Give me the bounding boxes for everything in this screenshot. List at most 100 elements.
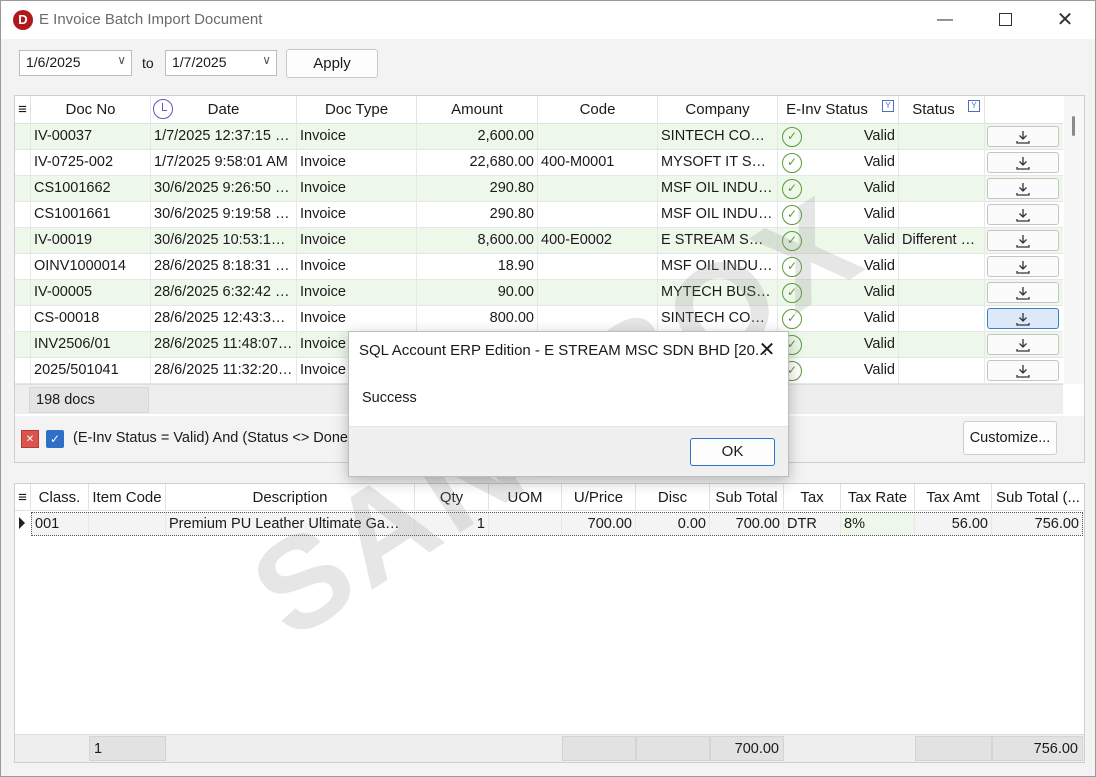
row-indicator[interactable] (15, 228, 31, 253)
table-row[interactable]: IV-00019 30/6/2025 10:53:14 AM Invoice 8,60… (15, 228, 1063, 254)
header-tax-rate[interactable]: Tax Rate (841, 484, 915, 511)
cell-status[interactable]: Different Company (899, 228, 985, 253)
cell-qty[interactable]: 1 (415, 513, 489, 535)
cell-doc-type[interactable]: Invoice (297, 228, 417, 253)
download-button[interactable] (987, 126, 1059, 147)
download-button[interactable] (987, 152, 1059, 173)
cell-code[interactable] (538, 176, 658, 201)
filter-enabled-checkbox[interactable]: ✓ (46, 430, 64, 448)
table-row[interactable]: IV-00005 28/6/2025 6:32:42 PM Invoice 90.00… (15, 280, 1063, 306)
header-item-code[interactable]: Item Code (89, 484, 166, 511)
cell-date[interactable]: 28/6/2025 11:48:07 AM (151, 332, 297, 357)
cell-tax-amt[interactable]: 56.00 (915, 513, 992, 535)
cell-item-code[interactable] (89, 513, 166, 535)
header-tax-amt[interactable]: Tax Amt (915, 484, 992, 511)
clear-filter-button[interactable]: ✕ (21, 430, 39, 448)
cell-date[interactable]: 30/6/2025 10:53:14 AM (151, 228, 297, 253)
download-button[interactable] (987, 230, 1059, 251)
cell-disc[interactable]: 0.00 (636, 513, 710, 535)
column-chooser-button[interactable]: ≡ (15, 96, 31, 124)
cell-doc-no[interactable]: CS1001661 (31, 202, 151, 227)
cell-amount[interactable]: 800.00 (417, 306, 538, 331)
filter-icon[interactable]: Y (968, 100, 980, 112)
row-indicator[interactable] (15, 358, 31, 383)
cell-status[interactable] (899, 254, 985, 279)
cell-description[interactable]: Premium PU Leather Ultimate Gaming Chair (166, 513, 415, 535)
dialog-close-button[interactable]: ✕ (754, 336, 780, 364)
cell-uom[interactable] (489, 513, 562, 535)
download-button[interactable] (987, 178, 1059, 199)
row-indicator[interactable] (15, 202, 31, 227)
close-window-button[interactable]: ✕ (1037, 1, 1093, 39)
cell-company[interactable]: E STREAM SOFTWARE (658, 228, 778, 253)
cell-code[interactable] (538, 124, 658, 149)
cell-amount[interactable]: 290.80 (417, 202, 538, 227)
cell-doc-no[interactable]: INV2506/01 (31, 332, 151, 357)
cell-company[interactable]: MYSOFT IT SOLUTION (658, 150, 778, 175)
header-class[interactable]: Class. (31, 484, 89, 511)
header-qty[interactable]: Qty (415, 484, 489, 511)
ok-button[interactable]: OK (690, 438, 775, 466)
row-indicator[interactable] (15, 254, 31, 279)
cell-class[interactable]: 001 (32, 513, 89, 535)
filter-icon[interactable]: Y (882, 100, 894, 112)
cell-doc-type[interactable]: Invoice (297, 202, 417, 227)
table-row[interactable]: OINV1000014 28/6/2025 8:18:31 PM Invoice 18… (15, 254, 1063, 280)
cell-doc-no[interactable]: CS-00018 (31, 306, 151, 331)
header-amount[interactable]: Amount (417, 96, 538, 124)
download-button[interactable] (987, 334, 1059, 355)
cell-sub-total-tax[interactable]: 756.00 (992, 513, 1082, 535)
cell-code[interactable]: 400-E0002 (538, 228, 658, 253)
header-description[interactable]: Description (166, 484, 415, 511)
download-button[interactable] (987, 256, 1059, 277)
cell-date[interactable]: 28/6/2025 12:43:39 PM (151, 306, 297, 331)
cell-company[interactable]: SINTECH COMPANY (658, 124, 778, 149)
cell-doc-no[interactable]: IV-00037 (31, 124, 151, 149)
header-company[interactable]: Company (658, 96, 778, 124)
cell-company[interactable]: MSF OIL INDUSTRIES (658, 254, 778, 279)
cell-amount[interactable]: 22,680.00 (417, 150, 538, 175)
cell-doc-no[interactable]: IV-00019 (31, 228, 151, 253)
customize-button[interactable]: Customize... (963, 421, 1057, 455)
date-to-picker[interactable]: 1/7/2025 ∨ (165, 50, 277, 76)
minimize-button[interactable]: — (917, 1, 973, 39)
cell-doc-type[interactable]: Invoice (297, 280, 417, 305)
cell-amount[interactable]: 8,600.00 (417, 228, 538, 253)
cell-doc-no[interactable]: IV-00005 (31, 280, 151, 305)
cell-status[interactable] (899, 202, 985, 227)
cell-doc-no[interactable]: OINV1000014 (31, 254, 151, 279)
cell-date[interactable]: 28/6/2025 11:32:20 AM (151, 358, 297, 383)
maximize-button[interactable] (977, 1, 1033, 39)
cell-code[interactable] (538, 306, 658, 331)
cell-company[interactable]: MSF OIL INDUSTRIES (658, 176, 778, 201)
download-button[interactable] (987, 204, 1059, 225)
row-indicator[interactable] (15, 176, 31, 201)
cell-amount[interactable]: 90.00 (417, 280, 538, 305)
header-sub-total[interactable]: Sub Total (710, 484, 784, 511)
apply-button[interactable]: Apply (286, 49, 378, 78)
cell-doc-type[interactable]: Invoice (297, 150, 417, 175)
cell-doc-no[interactable]: CS1001662 (31, 176, 151, 201)
cell-status[interactable] (899, 124, 985, 149)
header-doc-type[interactable]: Doc Type (297, 96, 417, 124)
cell-date[interactable]: 28/6/2025 8:18:31 PM (151, 254, 297, 279)
header-disc[interactable]: Disc (636, 484, 710, 511)
cell-code[interactable]: 400-M0001 (538, 150, 658, 175)
table-row[interactable]: IV-0725-002 1/7/2025 9:58:01 AM Invoice 22,… (15, 150, 1063, 176)
header-uprice[interactable]: U/Price (562, 484, 636, 511)
header-sub-total-tax[interactable]: Sub Total (... (992, 484, 1084, 511)
cell-company[interactable]: SINTECH COMPANY (658, 306, 778, 331)
cell-doc-type[interactable]: Invoice (297, 176, 417, 201)
table-row[interactable]: IV-00037 1/7/2025 12:37:15 PM Invoice 2,600… (15, 124, 1063, 150)
cell-code[interactable] (538, 202, 658, 227)
cell-company[interactable]: MSF OIL INDUSTRIES (658, 202, 778, 227)
date-from-picker[interactable]: 1/6/2025 ∨ (19, 50, 132, 76)
download-button[interactable] (987, 282, 1059, 303)
download-button[interactable] (987, 360, 1059, 381)
cell-date[interactable]: 30/6/2025 9:19:58 PM (151, 202, 297, 227)
cell-code[interactable] (538, 280, 658, 305)
cell-status[interactable] (899, 332, 985, 357)
cell-amount[interactable]: 18.90 (417, 254, 538, 279)
table-row[interactable]: CS-00018 28/6/2025 12:43:39 PM Invoice 800.… (15, 306, 1063, 332)
cell-date[interactable]: 1/7/2025 12:37:15 PM (151, 124, 297, 149)
